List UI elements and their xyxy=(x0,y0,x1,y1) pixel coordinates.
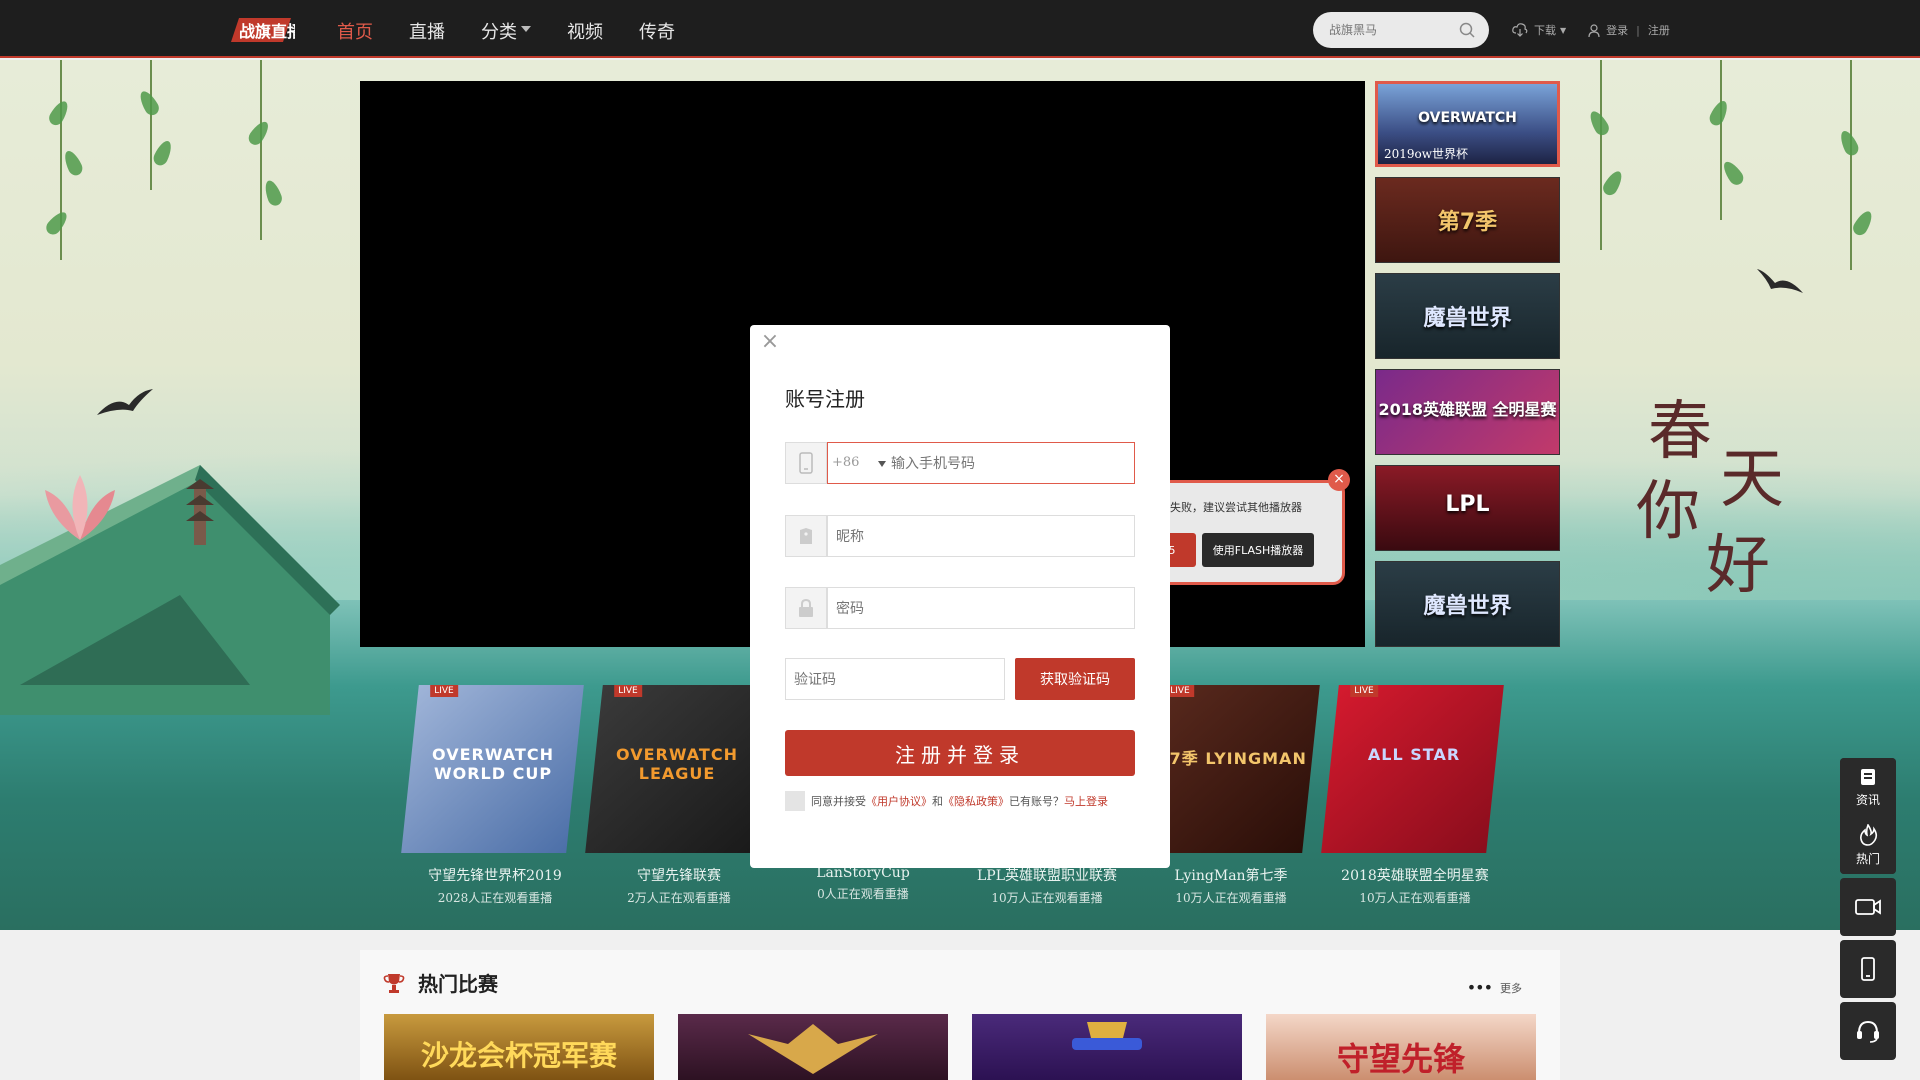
country-code-select[interactable]: +86 xyxy=(832,455,859,470)
password-icon-cell xyxy=(785,587,827,629)
agree-prefix: 同意并接受 xyxy=(811,795,866,808)
user-agreement-link[interactable]: 《用户协议》 xyxy=(866,793,932,809)
nickname-icon-cell xyxy=(785,515,827,557)
close-icon[interactable]: × xyxy=(760,331,780,353)
have-account-text: 已有账号？ xyxy=(1009,795,1064,808)
password-field xyxy=(827,587,1135,629)
nickname-row xyxy=(785,515,1135,557)
verification-code-input[interactable] xyxy=(794,670,994,690)
phone-field: +86 xyxy=(827,442,1135,484)
and-text: 和 xyxy=(932,795,943,808)
lock-icon xyxy=(799,598,813,617)
nickname-field xyxy=(827,515,1135,557)
caret-down-icon[interactable] xyxy=(878,461,886,467)
phone-icon-cell xyxy=(785,442,827,484)
password-input[interactable] xyxy=(836,599,1116,619)
agreement-row: 同意并接受 《用户协议》 和 《隐私政策》 已有账号？ 马上登录 xyxy=(785,791,1108,811)
password-row xyxy=(785,587,1135,629)
modal-title: 账号注册 xyxy=(785,387,865,411)
nickname-input[interactable] xyxy=(836,527,1116,547)
login-now-link[interactable]: 马上登录 xyxy=(1064,793,1108,809)
mobile-phone-icon xyxy=(799,452,813,474)
phone-row: +86 xyxy=(785,442,1135,484)
register-login-button[interactable]: 注册并登录 xyxy=(785,730,1135,776)
phone-input[interactable] xyxy=(891,454,1111,474)
agree-checkbox[interactable] xyxy=(785,791,805,811)
get-code-button[interactable]: 获取验证码 xyxy=(1015,658,1135,700)
code-field xyxy=(785,658,1005,700)
privacy-policy-link[interactable]: 《隐私政策》 xyxy=(943,793,1009,809)
register-modal: × 账号注册 +86 获取验证码 注册并登录 同意并接受 xyxy=(750,325,1170,868)
tag-icon xyxy=(800,528,812,544)
